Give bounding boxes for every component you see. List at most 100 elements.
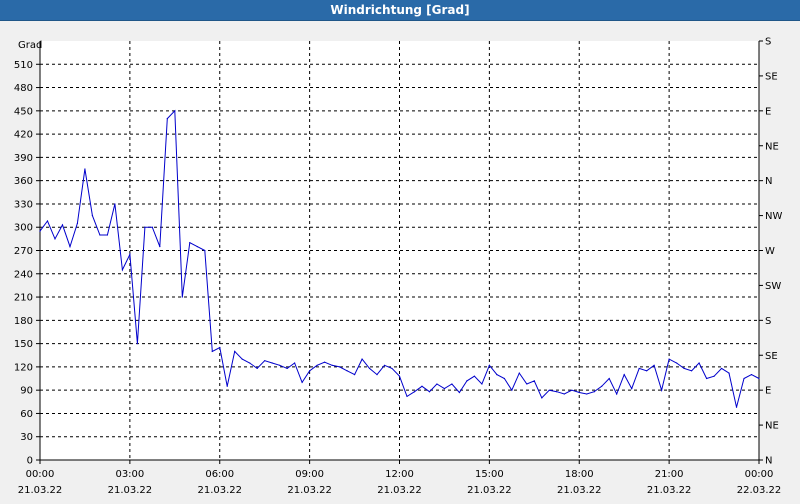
data-point [481,383,483,385]
data-point [676,362,678,364]
data-point [496,374,498,376]
right-tick-label: E [765,106,771,117]
y-tick-label: 150 [14,339,33,350]
data-point [436,383,438,385]
x-tick-time-label: 09:00 [295,469,324,480]
right-tick-label: NE [765,141,779,152]
data-point [518,372,520,374]
data-point [698,362,700,364]
right-tick-label: SW [765,281,781,292]
y-tick-label: 510 [14,60,33,71]
data-point [114,203,116,205]
data-point [76,222,79,224]
data-point [144,226,146,228]
data-point [91,214,94,217]
data-point [309,370,311,372]
data-point [151,226,153,228]
data-point [69,246,71,248]
data-point [406,395,408,397]
data-point [705,377,708,380]
data-point [99,234,101,236]
data-point [106,234,109,236]
x-tick-time-label: 21:00 [655,469,684,480]
data-point [294,362,296,364]
data-point [54,238,56,240]
y-tick-label: 120 [14,362,33,373]
x-tick-time-label: 15:00 [475,469,504,480]
x-tick-date-label: 21.03.22 [377,485,422,496]
data-point [46,220,49,222]
data-point [398,375,401,377]
data-point [61,224,64,226]
data-point [256,367,258,370]
chart-area: 0 30 60 90 120 150 180 210 240 270 300 330 360 390 420… [0,21,800,500]
y-tick-label: 240 [14,269,33,280]
y-tick-label: 390 [14,153,33,164]
x-tick-time-label: 00:00 [26,469,55,480]
y-tick-label: 30 [20,432,33,443]
data-point [563,393,565,395]
right-tick-label: NW [765,211,782,222]
y-tick-label: 90 [20,386,33,397]
x-tick-date-label: 22.03.22 [737,485,782,496]
data-point [204,249,206,252]
data-point [338,366,341,368]
data-point [226,385,228,387]
data-point [324,361,326,363]
x-tick-date-label: 21.03.22 [647,485,692,496]
data-point [616,393,618,395]
data-point [623,374,625,376]
data-point [219,346,221,349]
data-point [503,377,505,380]
y-tick-label: 300 [14,223,33,234]
data-point [368,367,371,370]
data-point [758,377,760,380]
data-point [346,370,348,372]
data-point [750,374,753,376]
data-point [301,381,303,384]
data-point [166,117,168,120]
data-point [84,168,86,170]
data-point [526,383,528,385]
data-point [39,230,41,232]
data-point [391,367,393,370]
data-point [136,343,138,345]
right-tick-label: NE [765,421,779,432]
data-point [548,389,550,391]
x-tick-time-label: 12:00 [385,469,414,480]
right-tick-label: E [765,386,771,397]
data-point [189,242,191,244]
x-tick-date-label: 21.03.22 [18,485,63,496]
data-point [234,350,236,352]
data-point [631,388,633,390]
data-point [638,367,640,370]
data-point [511,389,513,391]
y-tick-label: 450 [14,106,33,117]
wind-direction-chart: 0 30 60 90 120 150 180 210 240 270 300 330 360 390 420… [14,37,783,497]
data-point [556,391,558,393]
right-tick-label: W [765,246,775,257]
data-point [264,360,266,362]
x-tick-time-label: 00:00 [745,469,774,480]
data-point [129,253,131,255]
x-tick-time-label: 18:00 [565,469,594,480]
data-point [376,374,378,376]
x-tick-date-label: 21.03.22 [108,485,153,496]
data-point [743,377,745,380]
right-tick-label: SE [765,71,778,82]
y-tick-label: 360 [14,176,33,187]
data-point [661,389,663,391]
data-point [728,372,730,374]
data-point [316,364,318,366]
y-tick-label: 180 [14,316,33,327]
data-point [159,246,161,248]
x-tick-date-label: 21.03.22 [467,485,512,496]
y-tick-label: 60 [20,409,33,420]
y-tick-label: 480 [14,83,33,94]
data-point [383,364,386,366]
data-point [279,364,281,366]
data-point [683,367,685,370]
y-axis-label: Grad [18,40,42,51]
data-point [353,374,356,376]
x-tick-time-label: 06:00 [205,469,234,480]
